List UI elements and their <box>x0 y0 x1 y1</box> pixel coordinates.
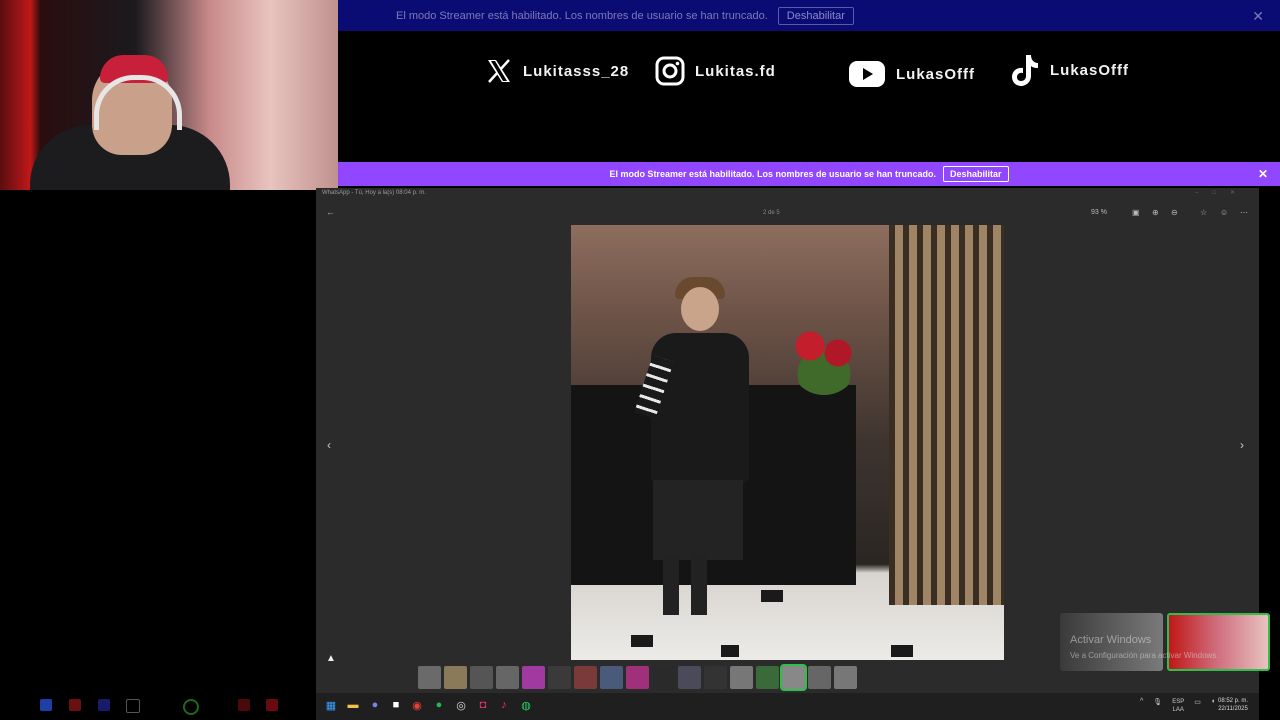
thumbnail[interactable] <box>704 666 727 689</box>
thumbnail-strip <box>418 664 857 691</box>
chevron-up-icon[interactable]: ^ <box>1140 698 1143 714</box>
floor-tile <box>721 645 739 657</box>
windows-icon <box>40 699 52 711</box>
prev-arrow-icon[interactable]: ‹ <box>327 438 331 452</box>
app-icon <box>98 699 110 711</box>
file-explorer-icon[interactable]: ▬ <box>346 698 360 712</box>
instagram-app-icon[interactable]: ◘ <box>476 698 490 712</box>
close-icon[interactable]: ✕ <box>1258 167 1268 181</box>
app-icon <box>266 699 278 711</box>
floor-tile <box>891 645 913 657</box>
language-indicator[interactable]: ESP LAA <box>1172 698 1184 714</box>
close-icon[interactable]: ✕ <box>1252 8 1264 25</box>
social-label: LukasOfff <box>1050 61 1130 79</box>
disable-button[interactable]: Deshabilitar <box>777 6 854 25</box>
thumbnail[interactable] <box>600 666 623 689</box>
webcam-overlay <box>0 0 338 190</box>
social-label: LukasOfff <box>896 65 976 83</box>
thumbnail[interactable] <box>780 664 807 691</box>
thumbnail[interactable] <box>418 666 441 689</box>
page-counter: 2 de 5 <box>763 210 780 216</box>
floor-tile <box>631 635 653 647</box>
fit-icon[interactable]: ▣ <box>1132 208 1140 217</box>
thumbnail[interactable] <box>756 666 779 689</box>
clock-time: 08:52 p. m. <box>1218 698 1249 704</box>
instagram-icon <box>655 56 685 86</box>
wood-panel <box>889 225 1004 605</box>
app-icon <box>69 699 81 711</box>
social-tiktok: LukasOfff <box>1010 53 1129 87</box>
zoom-in-icon[interactable]: ⊕ <box>1152 208 1159 217</box>
thumbnail[interactable] <box>444 666 467 689</box>
back-arrow-icon[interactable]: ← <box>326 207 335 217</box>
streamer-mode-banner-top: El modo Streamer está habilitado. Los no… <box>338 0 1280 31</box>
star-icon[interactable]: ☆ <box>1200 208 1207 217</box>
x-logo-icon <box>485 57 513 85</box>
social-youtube: LukasOfff <box>848 60 975 88</box>
chrome-icon[interactable]: ◉ <box>410 698 424 712</box>
person-head <box>681 287 719 331</box>
more-icon[interactable]: ⋯ <box>1240 208 1248 217</box>
thumbnail[interactable] <box>834 666 857 689</box>
app-icon <box>238 699 250 711</box>
camera-preview-active <box>1167 613 1270 671</box>
social-x: Lukitasss_28 <box>485 57 629 85</box>
streamer-mode-banner: El modo Streamer está habilitado. Los no… <box>338 162 1280 186</box>
thumbnail[interactable] <box>626 666 649 689</box>
microphone-icon[interactable]: 🎙 <box>1153 698 1162 714</box>
discord-icon[interactable]: ● <box>368 698 382 712</box>
spotify-icon[interactable]: ● <box>432 698 446 712</box>
zoom-out-icon[interactable]: ⊖ <box>1171 208 1178 217</box>
thumbnail[interactable] <box>548 666 571 689</box>
thumbnail[interactable] <box>808 666 831 689</box>
banner-text: El modo Streamer está habilitado. Los no… <box>396 9 768 22</box>
leg <box>691 555 707 615</box>
window-title: WhatsApp - Tú, Hoy a la(s) 08:04 p. m. <box>322 190 426 196</box>
clock[interactable]: 08:52 p. m. 22/11/2025 <box>1218 697 1248 713</box>
person-body <box>651 333 749 483</box>
volume-icon[interactable]: ◖ <box>1211 698 1215 714</box>
banner-text: El modo Streamer está habilitado. Los no… <box>609 169 937 179</box>
language-code: ESP <box>1172 699 1185 705</box>
obs-icon[interactable]: ◎ <box>454 698 468 712</box>
system-tray[interactable]: ^ 🎙 ESP LAA ▭ ◖ <box>1140 698 1215 714</box>
app-icon[interactable]: ■ <box>389 698 403 712</box>
disable-button[interactable]: Deshabilitar <box>943 166 1009 182</box>
tiktok-app-icon[interactable]: ♪ <box>497 698 511 712</box>
activate-windows-subtitle: Ve a Configuración para activar Windows. <box>1070 651 1219 660</box>
thumbnail[interactable] <box>574 666 597 689</box>
next-arrow-icon[interactable]: › <box>1240 438 1244 452</box>
thumbnail[interactable] <box>470 666 493 689</box>
youtube-icon <box>848 60 886 88</box>
network-icon[interactable]: ▭ <box>1194 698 1201 714</box>
app-icon <box>126 699 140 713</box>
whatsapp-icon[interactable]: ◍ <box>519 698 533 712</box>
thumbnail[interactable] <box>496 666 519 689</box>
window-controls[interactable]: –□✕ <box>1195 189 1249 196</box>
language-variant: LAA <box>1172 707 1184 713</box>
social-label: Lukitasss_28 <box>523 62 630 80</box>
tiktok-icon <box>1010 53 1040 87</box>
emoji-icon[interactable]: ☺ <box>1220 208 1228 217</box>
thumbnail[interactable] <box>678 666 701 689</box>
app-icon <box>183 699 199 715</box>
leg <box>663 555 679 615</box>
social-instagram: Lukitas.fd <box>655 56 776 86</box>
zoom-level[interactable]: 93 % <box>1091 209 1107 216</box>
windows-start-icon[interactable]: ▦ <box>324 698 338 712</box>
floor-tile <box>761 590 783 602</box>
thumbnail[interactable] <box>730 666 753 689</box>
viewed-photo <box>571 225 1004 660</box>
activate-windows-title: Activar Windows <box>1070 634 1152 646</box>
clock-date: 22/11/2025 <box>1218 706 1248 712</box>
mouse-cursor-icon: ▲ <box>326 653 336 664</box>
shorts <box>653 480 743 560</box>
social-label: Lukitas.fd <box>695 62 776 80</box>
flowers <box>789 325 859 395</box>
thumbnail[interactable] <box>652 666 675 689</box>
thumbnail[interactable] <box>522 666 545 689</box>
